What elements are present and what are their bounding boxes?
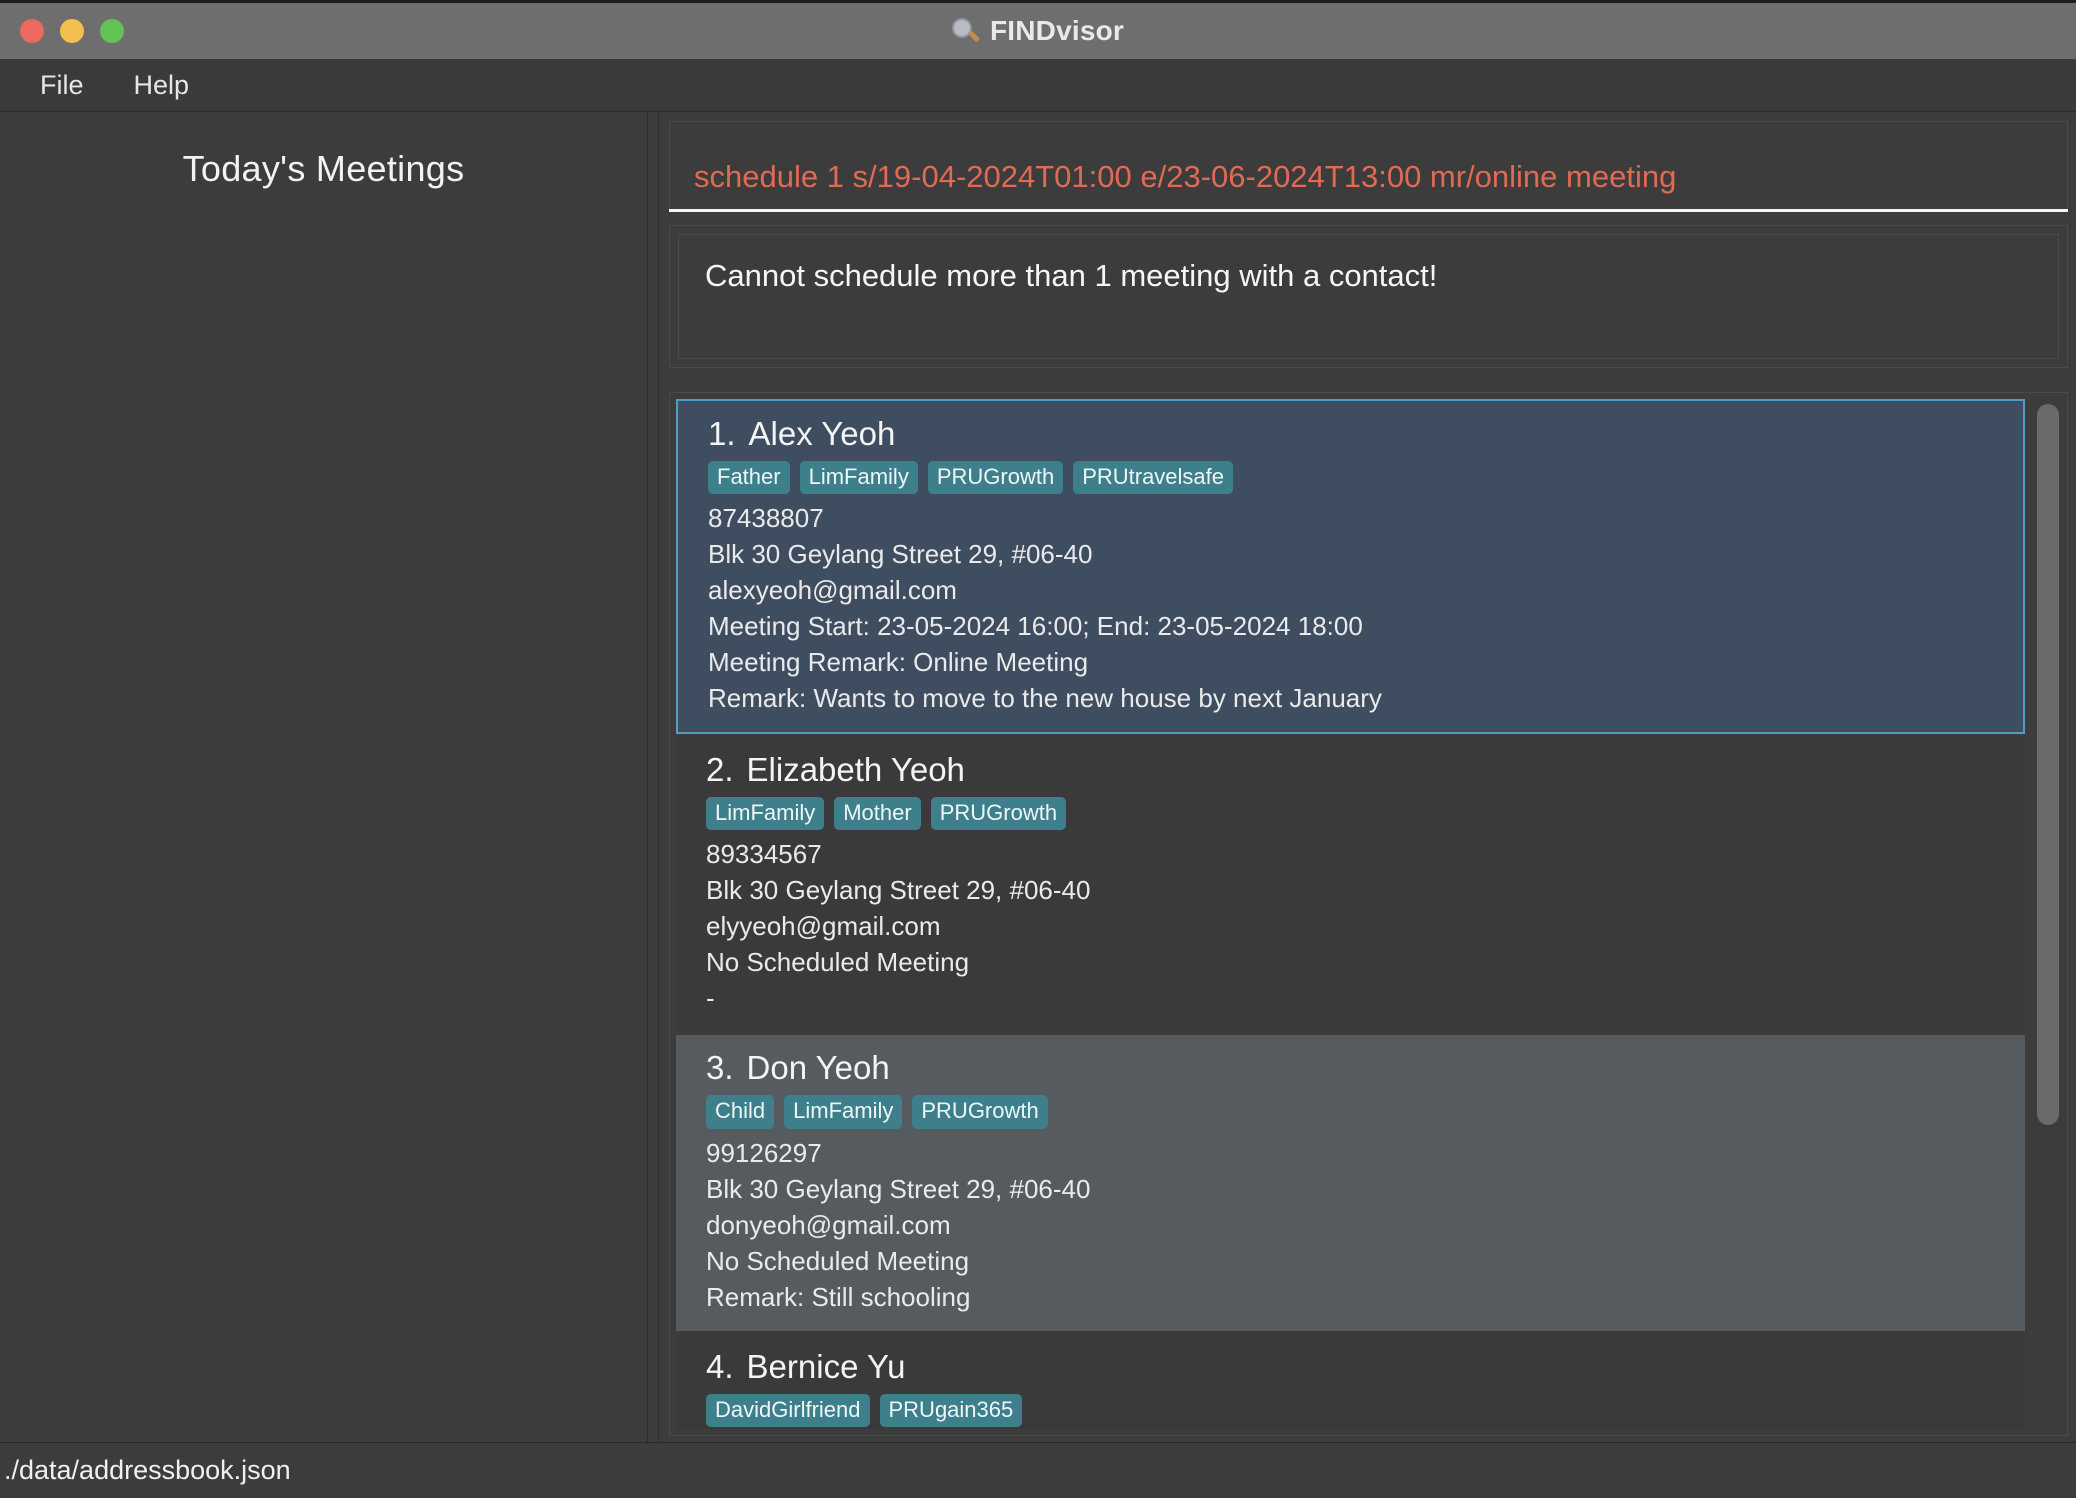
tag-chip: PRUGrowth (931, 797, 1066, 830)
tag-chip: PRUtravelsafe (1073, 461, 1233, 494)
person-list-panel: 1.Alex Yeoh Father LimFamily PRUGrowth PRUtr… (669, 392, 2068, 1436)
person-meeting-remark: Meeting Remark: Online Meeting (708, 644, 2023, 680)
tag-chip: Child (706, 1095, 774, 1128)
title-bar: FINDvisor (0, 0, 2076, 59)
person-address: Blk 30 Geylang Street 29, #06-40 (708, 536, 2023, 572)
tag-row: LimFamily Mother PRUGrowth (706, 797, 2025, 830)
person-email: elyyeoh@gmail.com (706, 908, 2025, 944)
tag-chip: LimFamily (800, 461, 918, 494)
right-panel: schedule 1 s/19-04-2024T01:00 e/23-06-20… (659, 112, 2076, 1442)
person-meeting-remark: - (706, 980, 2025, 1016)
tag-chip: PRUGrowth (928, 461, 1063, 494)
person-remark: Remark: Wants to move to the new house b… (708, 680, 2023, 716)
menu-item-help[interactable]: Help (112, 66, 212, 105)
magnifier-icon (952, 18, 979, 45)
person-name: 3.Don Yeoh (706, 1049, 2025, 1087)
command-input-underline (669, 209, 2068, 212)
status-bar-path: ./data/addressbook.json (4, 1455, 291, 1486)
person-list-scrollbar[interactable] (2033, 399, 2063, 1429)
person-phone: 89334567 (706, 836, 2025, 872)
person-meeting: No Scheduled Meeting (706, 1243, 2025, 1279)
todays-meetings-panel: Today's Meetings (0, 112, 648, 1442)
person-list: 1.Alex Yeoh Father LimFamily PRUGrowth PRUtr… (676, 399, 2025, 1429)
tag-chip: Mother (834, 797, 920, 830)
tag-chip: Father (708, 461, 790, 494)
person-name: 1.Alex Yeoh (708, 415, 2023, 453)
pane-splitter[interactable] (648, 112, 659, 1442)
person-email: alexyeoh@gmail.com (708, 572, 2023, 608)
traffic-light-group (20, 19, 124, 43)
app-window: FINDvisor File Help Today's Meetings sch… (0, 0, 2076, 1498)
person-index: 2. (706, 751, 734, 788)
window-title-group: FINDvisor (0, 3, 2076, 59)
tag-chip: LimFamily (706, 797, 824, 830)
tag-chip: PRUGrowth (912, 1095, 1047, 1128)
status-bar: ./data/addressbook.json (0, 1442, 2076, 1498)
person-address: Blk 30 Geylang Street 29, #06-40 (706, 1171, 2025, 1207)
person-address: Blk 30 Geylang Street 29, #06-40 (706, 872, 2025, 908)
person-email: donyeoh@gmail.com (706, 1207, 2025, 1243)
maximize-window-button[interactable] (100, 19, 124, 43)
scrollbar-thumb[interactable] (2037, 404, 2059, 1125)
todays-meetings-title: Today's Meetings (183, 148, 465, 190)
person-index: 4. (706, 1348, 734, 1385)
command-input[interactable]: schedule 1 s/19-04-2024T01:00 e/23-06-20… (694, 158, 2043, 209)
window-title: FINDvisor (990, 15, 1124, 47)
person-phone: 99126297 (706, 1135, 2025, 1171)
result-display-box: Cannot schedule more than 1 meeting with… (669, 225, 2068, 368)
person-card[interactable]: 1.Alex Yeoh Father LimFamily PRUGrowth PRUtr… (676, 399, 2025, 734)
person-name: 2.Elizabeth Yeoh (706, 751, 2025, 789)
person-card[interactable]: 4.Bernice YuDavidGirlfriendPRUgain365992… (676, 1334, 2025, 1429)
menu-bar: File Help (0, 59, 2076, 112)
person-index: 3. (706, 1049, 734, 1086)
tag-row: DavidGirlfriend PRUgain365 (706, 1394, 2025, 1427)
tag-chip: PRUgain365 (880, 1394, 1023, 1427)
person-meeting: No Scheduled Meeting (706, 944, 2025, 980)
person-name: 4.Bernice Yu (706, 1348, 2025, 1386)
tag-chip: DavidGirlfriend (706, 1394, 870, 1427)
person-card[interactable]: 2.Elizabeth Yeoh LimFamily Mother PRUGrowth… (676, 737, 2025, 1032)
person-meeting-remark: Remark: Still schooling (706, 1279, 2025, 1315)
result-message: Cannot schedule more than 1 meeting with… (705, 257, 2032, 296)
minimize-window-button[interactable] (60, 19, 84, 43)
person-index: 1. (708, 415, 736, 452)
tag-row: Child LimFamily PRUGrowth (706, 1095, 2025, 1128)
person-card[interactable]: 3.Don Yeoh Child LimFamily PRUGrowth 9912629… (676, 1035, 2025, 1330)
person-meeting: Meeting Start: 23-05-2024 16:00; End: 23… (708, 608, 2023, 644)
command-box[interactable]: schedule 1 s/19-04-2024T01:00 e/23-06-20… (669, 121, 2068, 209)
tag-chip: LimFamily (784, 1095, 902, 1128)
tag-row: Father LimFamily PRUGrowth PRUtravelsafe (708, 461, 2023, 494)
menu-item-file[interactable]: File (18, 66, 106, 105)
result-display-inner: Cannot schedule more than 1 meeting with… (678, 234, 2059, 359)
main-content: Today's Meetings schedule 1 s/19-04-2024… (0, 112, 2076, 1442)
person-phone: 87438807 (708, 500, 2023, 536)
close-window-button[interactable] (20, 19, 44, 43)
